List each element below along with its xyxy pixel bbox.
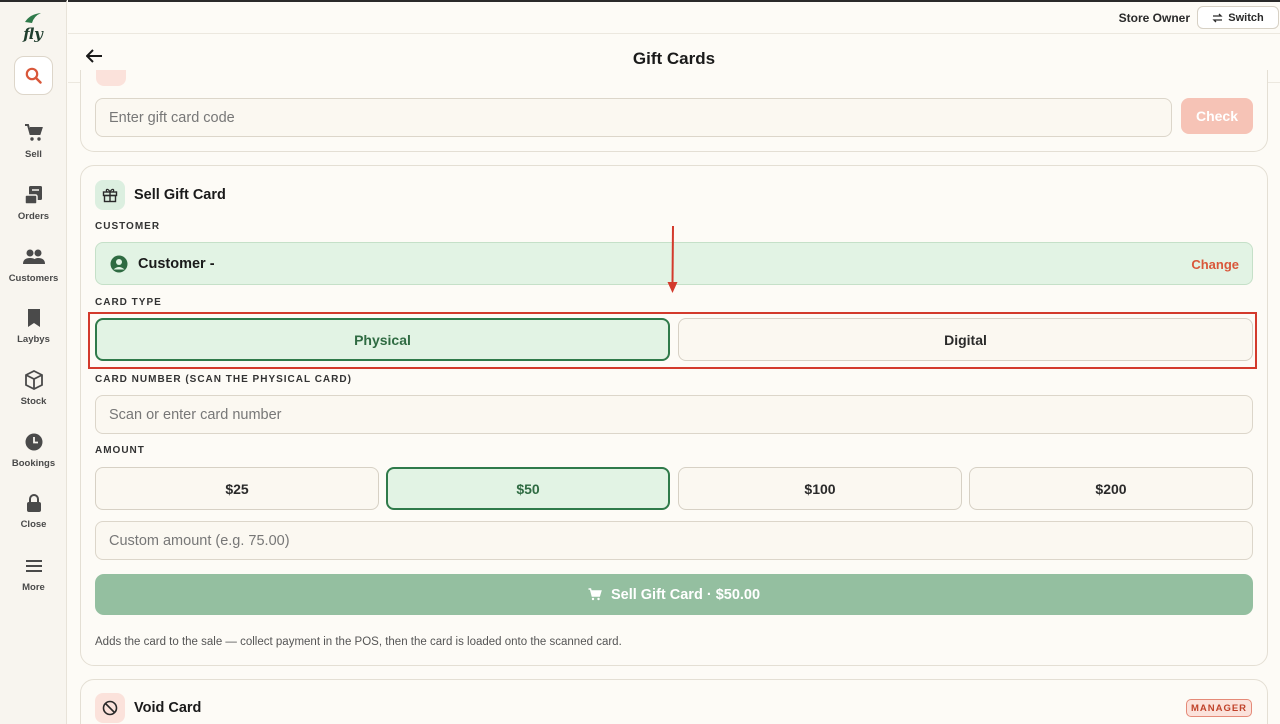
customer-label: CUSTOMER <box>95 221 161 232</box>
bookmark-icon <box>27 309 40 327</box>
sidebar-item-label: Stock <box>20 396 47 407</box>
app-logo[interactable]: fly <box>18 12 48 46</box>
void-icon-box <box>95 693 125 723</box>
card-type-digital-option[interactable]: Digital <box>678 318 1253 361</box>
card-type-label: CARD TYPE <box>95 297 162 308</box>
amount-option-50[interactable]: $50 <box>386 467 670 510</box>
sidebar-item-stock[interactable]: Stock <box>0 369 67 419</box>
sidebar-item-orders[interactable]: Orders <box>0 184 67 234</box>
change-customer-link[interactable]: Change <box>1191 257 1239 272</box>
gift-card-code-input[interactable]: Enter gift card code <box>95 98 1172 137</box>
sidebar-item-laybys[interactable]: Laybys <box>0 307 67 357</box>
sidebar-item-label: Customers <box>8 273 59 284</box>
card-number-input[interactable]: Scan or enter card number <box>95 395 1253 434</box>
lock-icon <box>26 494 41 512</box>
amount-option-200[interactable]: $200 <box>969 467 1253 510</box>
sidebar-item-close[interactable]: Close <box>0 492 67 542</box>
sidebar-item-label: Bookings <box>11 458 56 469</box>
sidebar-item-bookings[interactable]: Bookings <box>0 431 67 481</box>
switch-user-button[interactable]: Switch <box>1197 6 1279 29</box>
cart-icon <box>24 124 43 141</box>
custom-amount-input[interactable]: Custom amount (e.g. 75.00) <box>95 521 1253 560</box>
user-circle-icon <box>110 255 128 273</box>
gift-icon-box <box>95 180 125 210</box>
check-button[interactable]: Check <box>1181 98 1253 134</box>
top-bar: Store Owner Switch <box>68 0 1280 34</box>
amount-option-100[interactable]: $100 <box>678 467 962 510</box>
menu-icon <box>25 560 42 572</box>
void-card-panel <box>80 679 1268 724</box>
annotation-arrow-icon <box>667 226 678 293</box>
customer-name: Customer - <box>138 256 215 272</box>
card-type-physical-option[interactable]: Physical <box>95 318 670 361</box>
check-section-icon <box>96 70 126 86</box>
sidebar-item-label: More <box>22 582 45 593</box>
sidebar-item-label: Orders <box>17 211 50 222</box>
switch-label: Switch <box>1228 11 1264 24</box>
page-title: Gift Cards <box>632 49 716 68</box>
card-number-label: CARD NUMBER (SCAN THE PHYSICAL CARD) <box>95 374 352 385</box>
swap-icon <box>1212 13 1223 22</box>
sidebar-item-label: Sell <box>25 149 42 160</box>
amount-option-25[interactable]: $25 <box>95 467 379 510</box>
cart-icon <box>588 588 602 601</box>
receipt-icon <box>23 186 42 205</box>
amount-label: AMOUNT <box>95 445 145 456</box>
sell-hint-text: Adds the card to the sale — collect paym… <box>95 636 622 648</box>
search-icon <box>25 67 42 84</box>
clock-icon <box>25 433 42 451</box>
void-card-title: Void Card <box>134 700 202 716</box>
sidebar: fly Sell Orders Customers Laybys Stock B… <box>0 0 67 724</box>
current-user-label: Store Owner <box>1118 11 1190 25</box>
sidebar-item-customers[interactable]: Customers <box>0 246 67 296</box>
search-button[interactable] <box>14 56 53 95</box>
gift-icon <box>102 188 118 203</box>
manager-badge: MANAGER <box>1186 699 1252 717</box>
users-icon <box>22 249 45 264</box>
logo-text: fly <box>23 25 43 43</box>
box-icon <box>24 369 43 391</box>
sell-gift-card-button-label: Sell Gift Card · $50.00 <box>610 586 761 603</box>
logo-wing-icon <box>18 12 48 26</box>
sidebar-item-label: Laybys <box>17 334 50 345</box>
sell-gift-card-title: Sell Gift Card <box>134 187 226 203</box>
sidebar-item-more[interactable]: More <box>0 555 67 605</box>
sidebar-item-label: Close <box>20 519 47 530</box>
sidebar-item-sell[interactable]: Sell <box>0 122 67 172</box>
sell-gift-card-button[interactable]: Sell Gift Card · $50.00 <box>95 574 1253 615</box>
ban-icon <box>102 700 118 716</box>
